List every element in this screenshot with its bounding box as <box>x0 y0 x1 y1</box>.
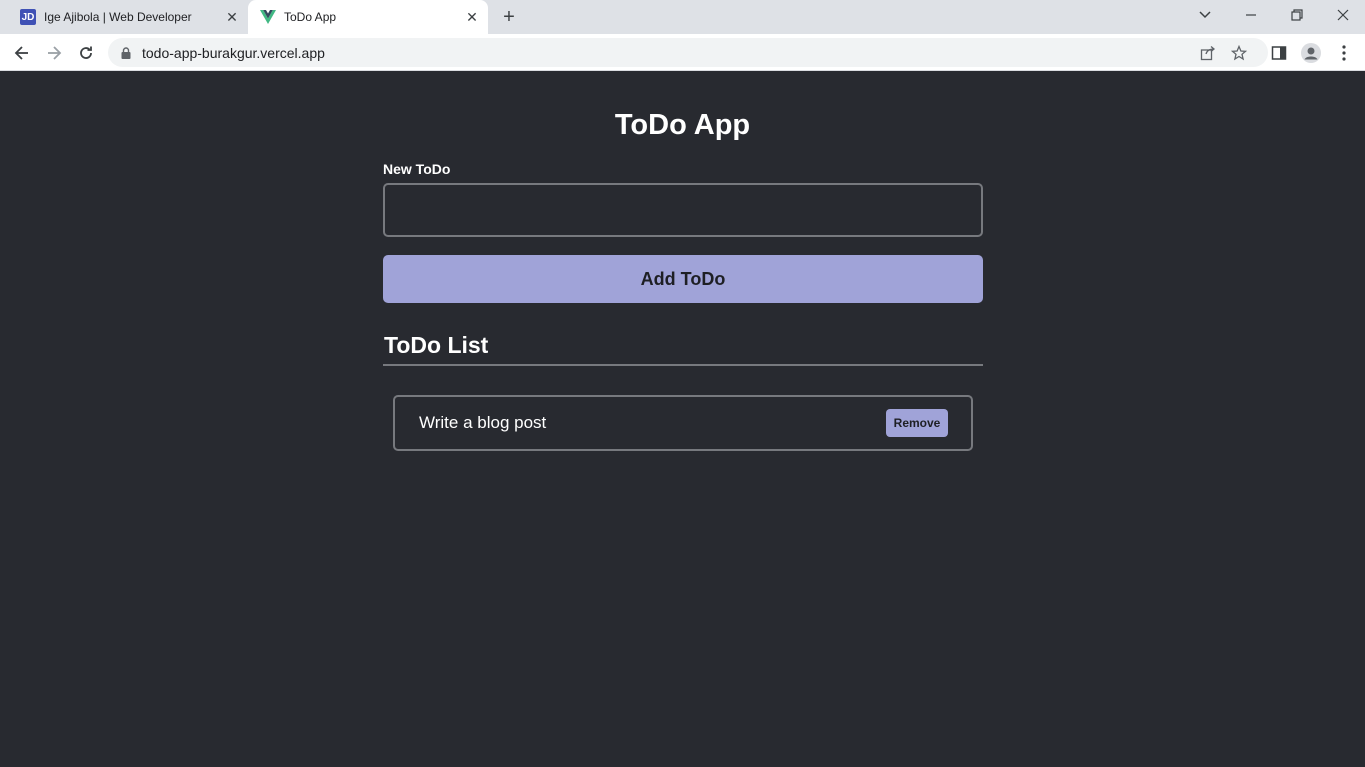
list-divider <box>383 364 983 366</box>
lock-icon[interactable] <box>118 45 134 61</box>
jd-favicon-icon: JD <box>20 9 36 25</box>
back-icon[interactable] <box>10 41 34 65</box>
todo-text: Write a blog post <box>419 413 547 432</box>
menu-kebab-icon[interactable] <box>1334 43 1354 63</box>
tab-title: ToDo App <box>284 10 337 24</box>
new-tab-icon[interactable]: + <box>499 6 519 28</box>
close-tab-icon[interactable]: ✕ <box>464 9 480 25</box>
tab-search-chevron-icon[interactable] <box>1191 4 1219 26</box>
tab-todo-app[interactable]: ToDo App ✕ <box>248 0 488 34</box>
close-tab-icon[interactable]: ✕ <box>224 9 240 25</box>
page-content: ToDo App New ToDo Add ToDo ToDo List Wri… <box>0 71 1365 767</box>
new-todo-input[interactable] <box>383 183 983 237</box>
address-bar[interactable]: todo-app-burakgur.vercel.app <box>108 38 1268 67</box>
minimize-icon[interactable] <box>1237 4 1265 26</box>
browser-toolbar: todo-app-burakgur.vercel.app <box>0 34 1365 71</box>
todo-item: Write a blog post Remove <box>393 395 973 451</box>
bookmark-star-icon[interactable] <box>1230 44 1248 62</box>
url-text: todo-app-burakgur.vercel.app <box>142 44 325 61</box>
tab-ige-ajibola[interactable]: JD Ige Ajibola | Web Developer ✕ <box>8 0 248 34</box>
vue-logo-icon <box>260 9 276 25</box>
share-icon[interactable] <box>1199 44 1217 62</box>
side-panel-icon[interactable] <box>1269 43 1289 63</box>
remove-todo-button[interactable]: Remove <box>886 409 948 437</box>
restore-icon[interactable] <box>1283 4 1311 26</box>
close-window-icon[interactable] <box>1329 4 1357 26</box>
tab-strip: JD Ige Ajibola | Web Developer ✕ ToDo Ap… <box>0 0 1365 34</box>
add-todo-button[interactable]: Add ToDo <box>383 255 983 303</box>
todo-list-heading: ToDo List <box>384 332 489 358</box>
tab-title: Ige Ajibola | Web Developer <box>44 10 192 24</box>
new-todo-label: New ToDo <box>383 161 451 177</box>
profile-avatar-icon[interactable] <box>1301 43 1321 63</box>
reload-icon[interactable] <box>74 41 98 65</box>
forward-icon[interactable] <box>42 41 66 65</box>
app-title: ToDo App <box>614 109 751 141</box>
